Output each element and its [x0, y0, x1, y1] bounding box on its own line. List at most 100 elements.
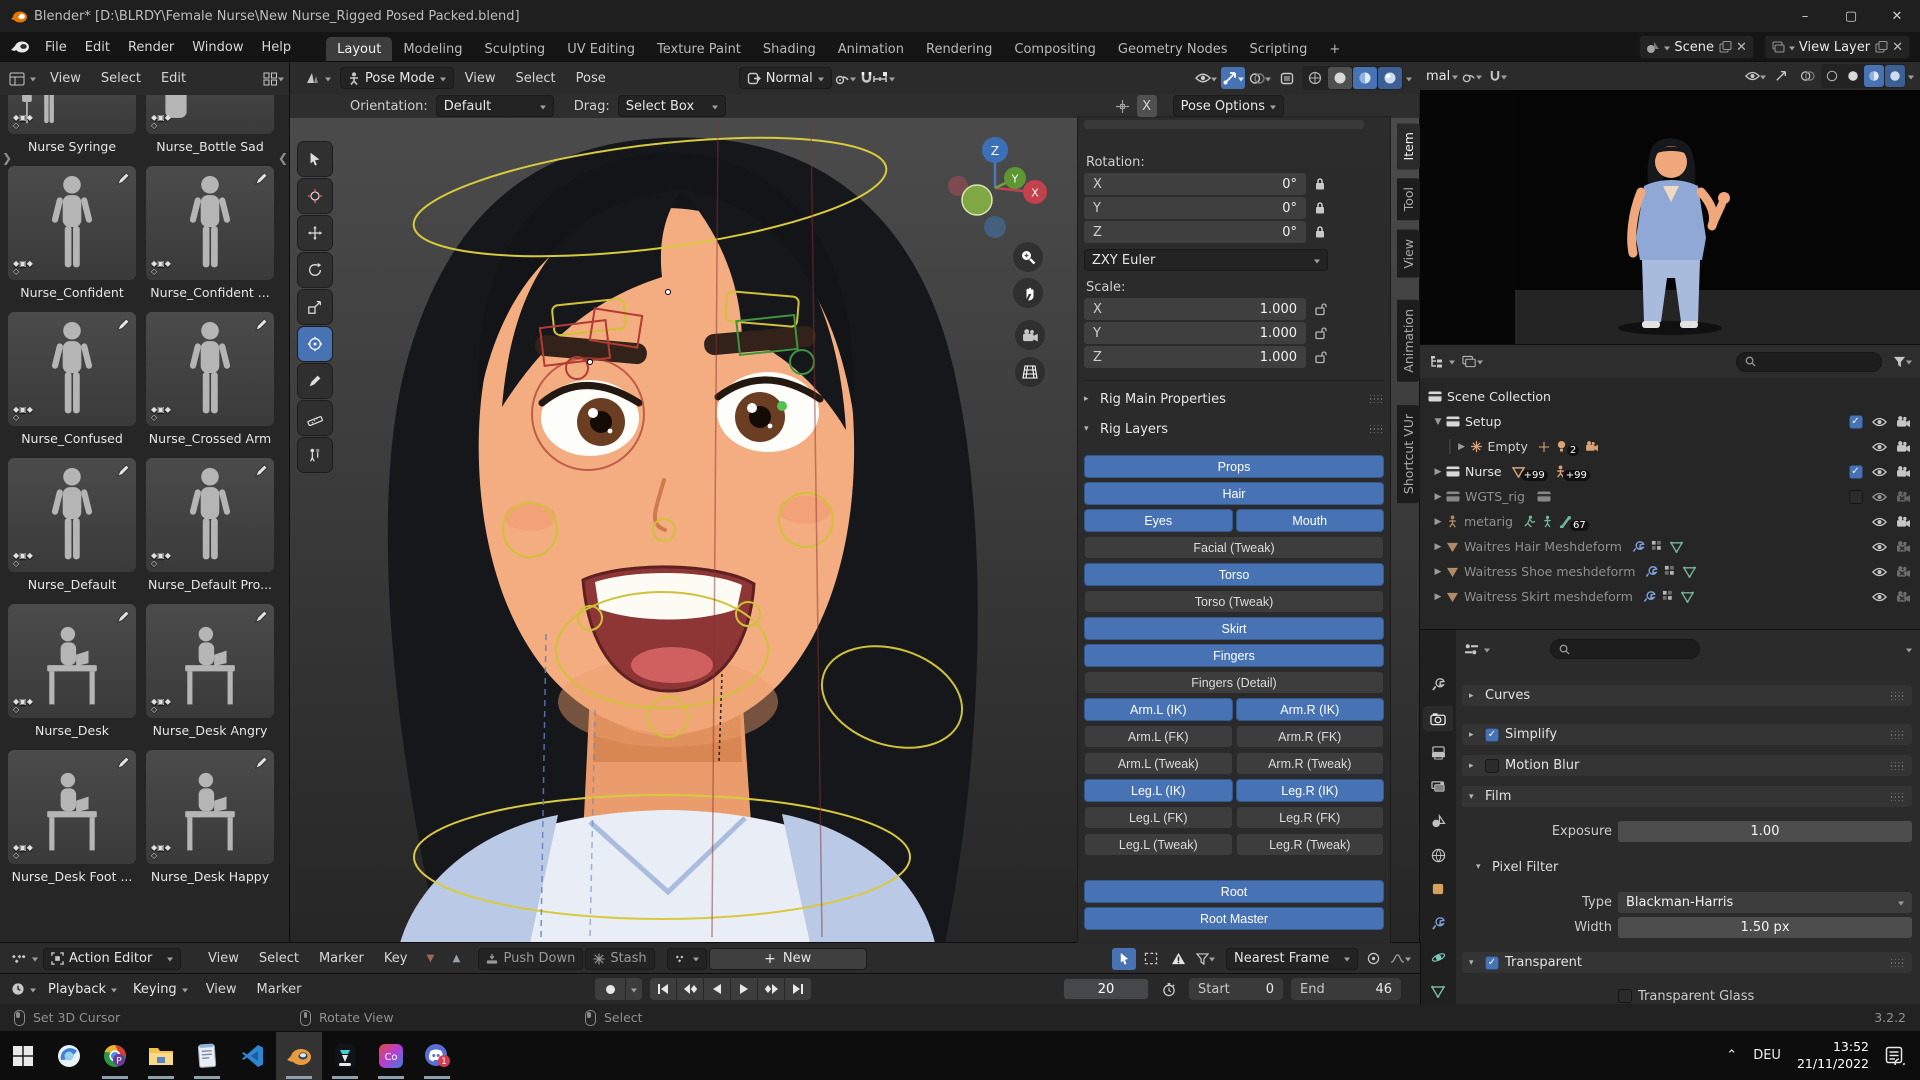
- rig-layers-panel[interactable]: ▾Rig Layers ::::::::: [1084, 417, 1384, 441]
- panel-curves[interactable]: ▸Curves ::::::::: [1462, 685, 1912, 706]
- notification-center-icon[interactable]: [1885, 1046, 1906, 1065]
- asset-tile[interactable]: ◆▣◆◇Nurse_Desk Happy: [146, 750, 274, 888]
- rig-layer-leg-l-fk[interactable]: Leg.L (FK): [1084, 806, 1233, 829]
- add-workspace-button[interactable]: +: [1318, 37, 1351, 62]
- outliner-row-hair-meshdeform[interactable]: ▶ Waitres Hair Meshdeform: [1420, 534, 1920, 559]
- rig-layer-arm-r-tweak[interactable]: Arm.R (Tweak): [1236, 752, 1385, 775]
- transparent-checkbox[interactable]: [1485, 956, 1499, 970]
- preview-overlays-button[interactable]: [1795, 65, 1819, 87]
- tab-tool-properties[interactable]: [1423, 672, 1453, 697]
- render-camera-icon[interactable]: [1895, 516, 1912, 528]
- drag-grip-icon[interactable]: ::::::::: [1369, 425, 1384, 433]
- unlock-icon[interactable]: [1314, 350, 1328, 364]
- rig-layer-arm-r-ik[interactable]: Arm.R (IK): [1236, 698, 1385, 721]
- overlays-toggle[interactable]: [1248, 67, 1272, 89]
- new-scene-icon[interactable]: [1718, 40, 1732, 54]
- expand-icon[interactable]: ▶: [1430, 567, 1446, 577]
- preview-shading-solid[interactable]: [1843, 65, 1863, 87]
- xray-toggle[interactable]: [1275, 67, 1299, 89]
- menu-help[interactable]: Help: [253, 40, 301, 55]
- hide-eye-icon[interactable]: [1871, 567, 1888, 577]
- rotation-x-field[interactable]: X0°: [1084, 173, 1306, 195]
- tab-scene-properties[interactable]: [1423, 808, 1453, 833]
- collection-checkbox[interactable]: [1849, 490, 1863, 504]
- editor-type-selector[interactable]: [6, 68, 39, 90]
- hide-eye-icon[interactable]: [1871, 517, 1888, 527]
- asset-tile[interactable]: ◆▣◆◇Nurse_Crossed Arm: [146, 312, 274, 450]
- expand-icon[interactable]: ▶: [1430, 492, 1446, 502]
- hide-eye-icon[interactable]: [1871, 592, 1888, 602]
- move-channel-down-button[interactable]: ▼: [418, 948, 442, 970]
- push-down-button[interactable]: Push Down: [478, 948, 583, 970]
- new-view-layer-icon[interactable]: [1874, 40, 1888, 54]
- language-indicator[interactable]: DEU: [1753, 1048, 1781, 1063]
- proportional-editing-button[interactable]: [1361, 948, 1385, 970]
- scale-y-field[interactable]: Y1.000: [1084, 322, 1306, 344]
- preview-gizmos-button[interactable]: [1769, 65, 1793, 87]
- frame-start-field[interactable]: Start 0: [1189, 978, 1283, 1000]
- expand-icon[interactable]: ▶: [1454, 442, 1470, 452]
- collection-checkbox[interactable]: [1849, 465, 1863, 479]
- rig-layer-eyes[interactable]: Eyes: [1084, 509, 1233, 532]
- move-view-button[interactable]: [1013, 278, 1043, 308]
- viewport-3d[interactable]: Pose Mode View Select Pose Normal: [290, 62, 1420, 943]
- scale-z-field[interactable]: Z1.000: [1084, 346, 1306, 368]
- timeline-menu-marker[interactable]: Marker: [248, 982, 311, 997]
- pivot-point-button[interactable]: [834, 67, 858, 89]
- preview-shading-rendered[interactable]: [1885, 65, 1905, 87]
- rig-layer-fingers[interactable]: Fingers: [1084, 644, 1384, 667]
- menu-window[interactable]: Window: [183, 40, 252, 55]
- tool-move[interactable]: [298, 216, 332, 250]
- taskbar-notepad[interactable]: [184, 1032, 230, 1080]
- blender-menu-icon[interactable]: [10, 39, 30, 55]
- dope-mode-dropdown[interactable]: Action Editor: [43, 948, 181, 970]
- asset-tile[interactable]: ◆▣◆◇Nurse_Bottle Sad: [146, 95, 274, 158]
- rig-layer-root[interactable]: Root: [1084, 880, 1384, 903]
- viewport-editor-type[interactable]: [298, 67, 338, 89]
- tab-physics-properties[interactable]: [1423, 945, 1453, 970]
- hide-eye-icon[interactable]: [1871, 492, 1888, 502]
- workspace-tab-layout[interactable]: Layout: [326, 37, 392, 62]
- shading-wireframe-button[interactable]: [1303, 67, 1327, 89]
- workspace-tab-rendering[interactable]: Rendering: [915, 37, 1003, 62]
- asset-tile[interactable]: ◆▣◆◇Nurse_Confused: [8, 312, 136, 450]
- lock-icon[interactable]: [1314, 177, 1326, 191]
- auto-keying-options[interactable]: [626, 978, 642, 1000]
- outliner-row-wgts-rig[interactable]: ▶ WGTS_rig: [1420, 484, 1920, 509]
- maximize-button[interactable]: ▢: [1828, 0, 1874, 32]
- expand-icon[interactable]: ▶: [1430, 542, 1446, 552]
- asset-tile[interactable]: ◆▣◆◇Nurse Syringe: [8, 95, 136, 158]
- region-expand-right-icon[interactable]: ❮: [278, 151, 288, 165]
- tab-view-layer-properties[interactable]: [1423, 774, 1453, 799]
- expand-icon[interactable]: ▶: [1430, 467, 1446, 477]
- display-settings-button[interactable]: [263, 72, 284, 86]
- snap-frame-dropdown[interactable]: Nearest Frame: [1226, 948, 1358, 970]
- panel-transparent[interactable]: ▾ Transparent ::::::::: [1462, 952, 1912, 973]
- properties-filter-caret[interactable]: [1906, 648, 1912, 655]
- outliner-row-nurse[interactable]: ▶ Nurse +99 +99: [1420, 459, 1920, 484]
- frame-end-field[interactable]: End 46: [1291, 978, 1401, 1000]
- render-camera-icon[interactable]: [1895, 466, 1912, 478]
- rig-layer-root-master[interactable]: Root Master: [1084, 907, 1384, 930]
- rig-layer-arm-l-tweak[interactable]: Arm.L (Tweak): [1084, 752, 1233, 775]
- render-camera-icon[interactable]: [1895, 441, 1912, 453]
- rig-layer-props[interactable]: Props: [1084, 455, 1384, 478]
- scene-selector[interactable]: Scene ✕: [1639, 35, 1754, 59]
- keying-menu[interactable]: Keying: [126, 978, 195, 1000]
- panel-film[interactable]: ▾Film ::::::::: [1462, 786, 1912, 807]
- outliner-filter-button[interactable]: [1890, 351, 1914, 373]
- rig-layer-hair[interactable]: Hair: [1084, 482, 1384, 505]
- simplify-checkbox[interactable]: [1485, 728, 1499, 742]
- tab-modifier-properties[interactable]: [1423, 911, 1453, 936]
- rig-layer-leg-l-tweak[interactable]: Leg.L (Tweak): [1084, 833, 1233, 856]
- timeline-editor-type[interactable]: [8, 978, 39, 1000]
- taskbar-clock[interactable]: 13:52 21/11/2022: [1797, 1039, 1869, 1072]
- rig-layer-arm-r-fk[interactable]: Arm.R (FK): [1236, 725, 1385, 748]
- tool-pose-breakdowner[interactable]: [298, 438, 332, 472]
- expand-icon[interactable]: ▶: [1430, 592, 1446, 602]
- menu-edit[interactable]: Edit: [76, 40, 119, 55]
- outliner-row-skirt-meshdeform[interactable]: ▶ Waitress Skirt meshdeform: [1420, 584, 1920, 609]
- gizmos-toggle[interactable]: [1221, 67, 1245, 89]
- expand-icon[interactable]: ▼: [1430, 417, 1446, 427]
- menu-file[interactable]: File: [36, 40, 76, 55]
